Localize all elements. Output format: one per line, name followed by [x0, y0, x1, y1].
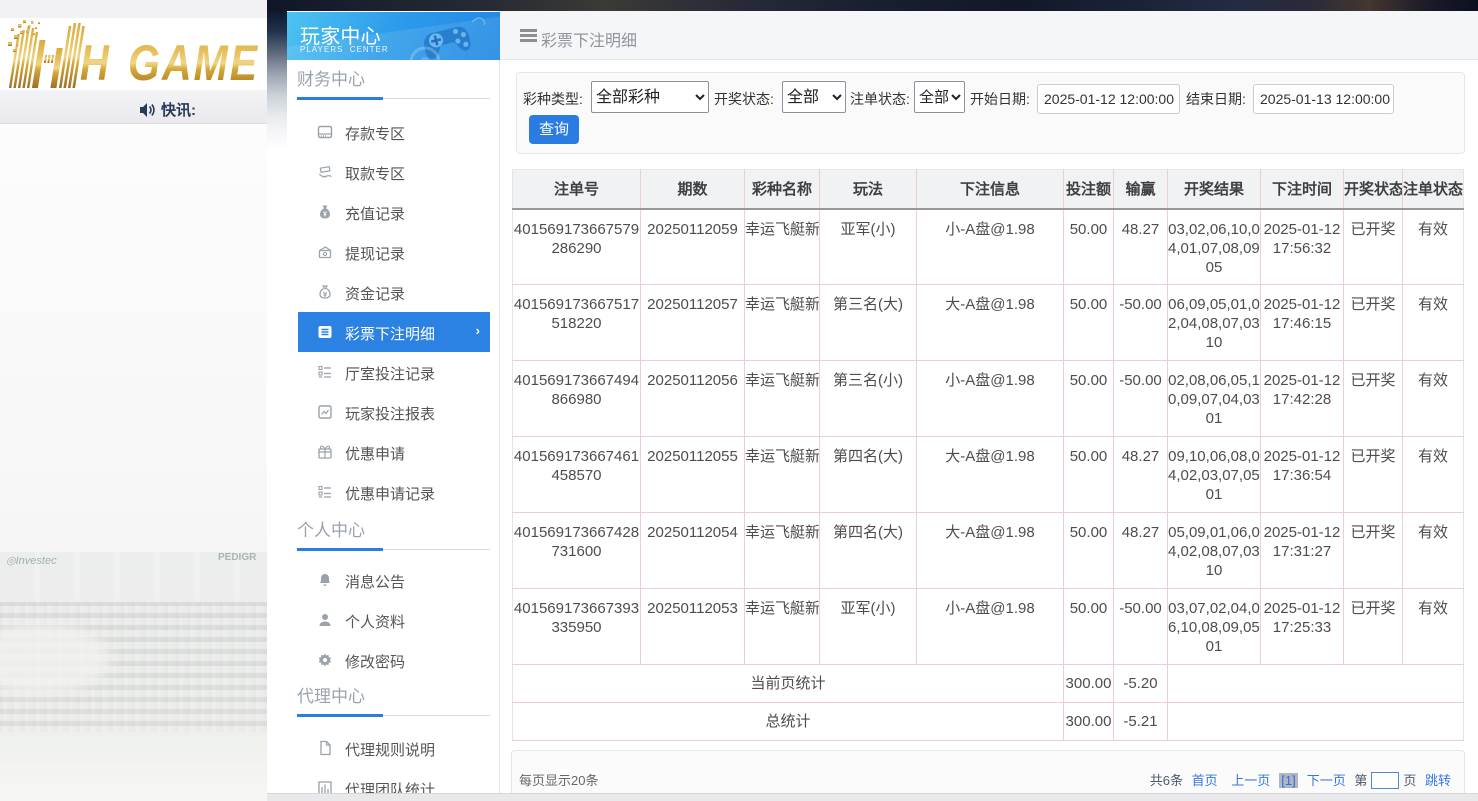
svg-text:H: H: [80, 35, 110, 90]
svg-text:GAME: GAME: [128, 35, 259, 90]
